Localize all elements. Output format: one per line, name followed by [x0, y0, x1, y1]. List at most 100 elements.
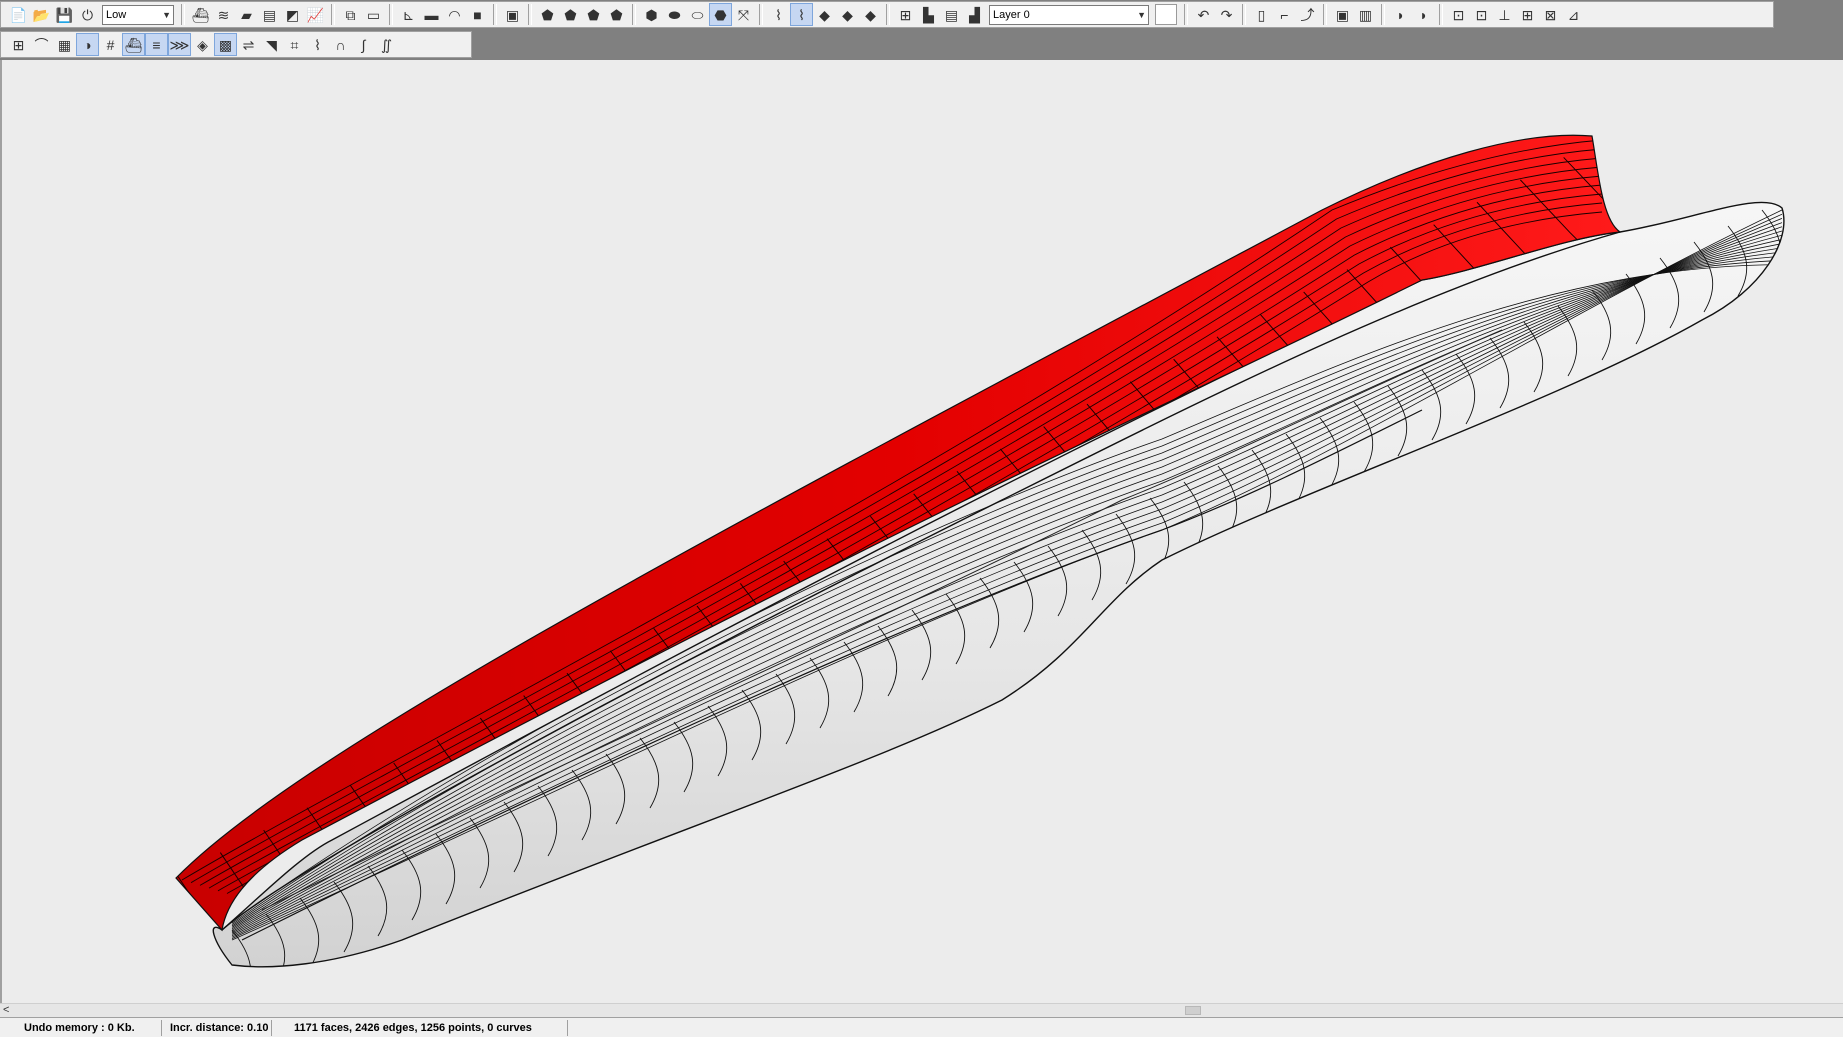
- surface-1-button[interactable]: ⬟: [536, 3, 559, 26]
- toolbar-separator: [1439, 4, 1443, 25]
- grid-icon: ▦: [57, 36, 72, 53]
- face-new-button[interactable]: ▣: [1331, 3, 1354, 26]
- layer-delete-button[interactable]: ▟: [963, 3, 986, 26]
- scale-button[interactable]: ⊠: [1539, 3, 1562, 26]
- window-button[interactable]: ▭: [362, 3, 385, 26]
- toolbar-separator: [632, 4, 636, 25]
- chevron-down-icon[interactable]: ▼: [1137, 10, 1146, 20]
- hydrostatic-button[interactable]: ⇌: [237, 33, 260, 56]
- surface-2-icon: ⬟: [564, 6, 577, 23]
- view-perspective-button[interactable]: ⬣: [709, 3, 732, 26]
- save-icon: 💾: [55, 6, 74, 23]
- diagonals-button[interactable]: ⋙: [168, 33, 191, 56]
- lines-blue-2-button[interactable]: ◗: [1412, 3, 1435, 26]
- normals-button[interactable]: ◈: [191, 33, 214, 56]
- design-hydrostatics-button[interactable]: ⛴: [189, 3, 212, 26]
- surface-4-button[interactable]: ⬟: [605, 3, 628, 26]
- view-profile-button[interactable]: ⬬: [663, 3, 686, 26]
- shade-button[interactable]: ◑: [76, 33, 99, 56]
- view-perspective-icon: ⬣: [714, 6, 727, 23]
- wireframe-button[interactable]: ⌇: [767, 3, 790, 26]
- ship-profile-button[interactable]: ▬: [420, 3, 443, 26]
- grid-button[interactable]: ▦: [53, 33, 76, 56]
- graph-button[interactable]: 📈: [304, 3, 327, 26]
- precision-select[interactable]: Low ▼: [102, 4, 174, 25]
- control-net-button[interactable]: ⊞: [7, 33, 30, 56]
- status-bar: Undo memory : 0 Kb. Incr. distance: 0.10…: [0, 1017, 1843, 1037]
- axes-button[interactable]: ⊾: [397, 3, 420, 26]
- curvature-icon: ⌇: [314, 36, 321, 53]
- redo-button[interactable]: ↷: [1215, 3, 1238, 26]
- import-button[interactable]: ▣: [501, 3, 524, 26]
- interior-edges-button[interactable]: ⌒: [30, 33, 53, 56]
- zebra-button[interactable]: ◆: [836, 3, 859, 26]
- mirror-button[interactable]: ⊡: [1447, 3, 1470, 26]
- developable-button[interactable]: ◆: [859, 3, 882, 26]
- edge-extrude-button[interactable]: ⌐: [1273, 3, 1296, 26]
- save-button[interactable]: 💾: [53, 3, 76, 26]
- zoom-fit-button[interactable]: ⤧: [732, 3, 755, 26]
- crosscurves-button[interactable]: ≋: [212, 3, 235, 26]
- scroll-left-icon[interactable]: <: [3, 1004, 9, 1017]
- surface-2-button[interactable]: ⬟: [559, 3, 582, 26]
- open-folder-button[interactable]: 📂: [30, 3, 53, 26]
- surface-1-icon: ⬟: [541, 6, 554, 23]
- toolbar-separator: [759, 4, 763, 25]
- layer-list-button[interactable]: ▤: [940, 3, 963, 26]
- zoom-extents-button[interactable]: ⧉: [339, 3, 362, 26]
- increment-distance-status: Incr. distance: 0.10: [162, 1019, 272, 1036]
- hull-model[interactable]: [2, 60, 1843, 1003]
- grid-move-button[interactable]: ⊞: [1516, 3, 1539, 26]
- toolbar-area: 📄 📂 💾 ⏻ Low ▼ ⛴ ≋ ▰ ▤ ◩ 📈 ⧉ ▭ ⊾ ▬ ◠ ■ ▣ ⬟ ⬟ ⬟ ⬟ ⬢ ⬬ ⬭ ⬣ ⤧ ⌇ ⌇ ◆ ◆ ◆ ⊞ ▙ ▤ ▟ L…: [0, 0, 1843, 60]
- new-layer-icon: ⊞: [899, 6, 912, 23]
- toolbar-separator: [493, 4, 497, 25]
- bow-button[interactable]: ◠: [443, 3, 466, 26]
- markers-button[interactable]: ⌗: [283, 33, 306, 56]
- resistance-button[interactable]: ▰: [235, 3, 258, 26]
- lines-blue-button[interactable]: ◗: [1389, 3, 1412, 26]
- horizontal-scrollbar[interactable]: <: [0, 1003, 1843, 1017]
- calc-button[interactable]: ▩: [214, 33, 237, 56]
- undo-button[interactable]: ↶: [1192, 3, 1215, 26]
- spline-icon: ∫: [361, 36, 366, 53]
- precision-select-value: Low: [106, 8, 127, 21]
- view-plan-button[interactable]: ⬭: [686, 3, 709, 26]
- chevron-down-icon[interactable]: ▼: [162, 10, 171, 20]
- layer-select-value: Layer 0: [993, 8, 1030, 21]
- waterlines-button[interactable]: ≡: [145, 33, 168, 56]
- curvature-button[interactable]: ⌇: [306, 33, 329, 56]
- edge-split-button[interactable]: ⤴: [1296, 3, 1319, 26]
- scale-icon: ⊠: [1544, 6, 1557, 23]
- hull-stability-button[interactable]: ◩: [281, 3, 304, 26]
- spline-button[interactable]: ∫: [352, 33, 375, 56]
- spline-2-button[interactable]: ∬: [375, 33, 398, 56]
- move-button[interactable]: ⊥: [1493, 3, 1516, 26]
- flat-shade-button[interactable]: ⌇: [790, 3, 813, 26]
- view-body-plan-button[interactable]: ⬢: [640, 3, 663, 26]
- face-flip-button[interactable]: ▥: [1354, 3, 1377, 26]
- rotate-button[interactable]: ⊡: [1470, 3, 1493, 26]
- buttocks-button[interactable]: ⛴: [122, 33, 145, 56]
- curves-button[interactable]: ∩: [329, 33, 352, 56]
- layer-color-swatch[interactable]: [1155, 4, 1177, 25]
- calculate-button[interactable]: ▤: [258, 3, 281, 26]
- new-layer-button[interactable]: ⊞: [894, 3, 917, 26]
- crosscurves-icon: ≋: [217, 6, 230, 23]
- view-plan-icon: ⬭: [691, 6, 704, 23]
- surface-3-button[interactable]: ⬟: [582, 3, 605, 26]
- flowlines-button[interactable]: ◥: [260, 33, 283, 56]
- hull-stability-icon: ◩: [285, 6, 300, 23]
- color-button[interactable]: ■: [466, 3, 489, 26]
- surface-4-icon: ⬟: [610, 6, 623, 23]
- layer-props-button[interactable]: ▙: [917, 3, 940, 26]
- stations-button[interactable]: #: [99, 33, 122, 56]
- gauss-curvature-button[interactable]: ◆: [813, 3, 836, 26]
- scroll-thumb[interactable]: [1185, 1006, 1201, 1015]
- perspective-viewport[interactable]: [0, 60, 1843, 1003]
- new-file-button[interactable]: 📄: [7, 3, 30, 26]
- layer-select[interactable]: Layer 0 ▼: [989, 4, 1149, 25]
- transform-button[interactable]: ⊿: [1562, 3, 1585, 26]
- exit-button[interactable]: ⏻: [76, 3, 99, 26]
- shade-icon: ◑: [83, 36, 92, 53]
- point-new-button[interactable]: ▯: [1250, 3, 1273, 26]
